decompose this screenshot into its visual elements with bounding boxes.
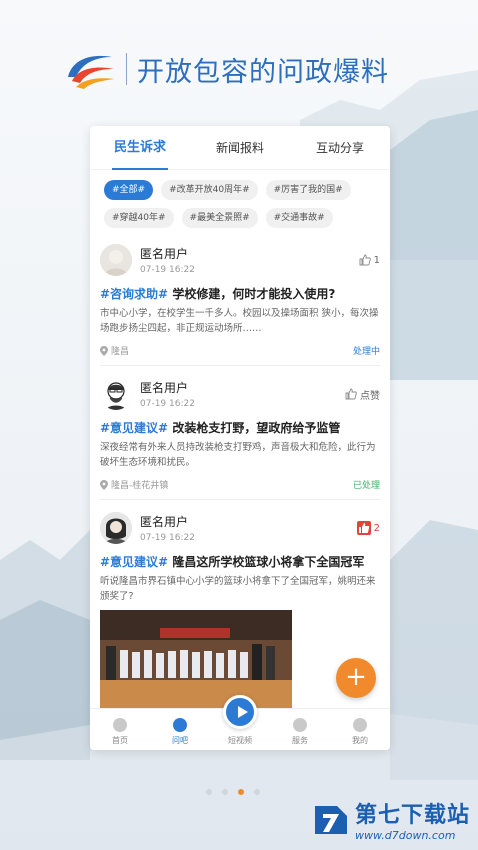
watermark-title: 第七下载站 xyxy=(354,803,470,828)
post-time: 07-19 16:22 xyxy=(140,399,195,409)
phone-screen: 民生诉求 新闻报料 互动分享 #全部# #改革开放40周年# #厉害了我的国# … xyxy=(90,126,390,750)
topic-tags: #全部# #改革开放40周年# #厉害了我的国# #穿越40年# #最美全景照#… xyxy=(90,170,390,232)
nav-service[interactable]: 服务 xyxy=(270,709,330,750)
page-indicator xyxy=(206,789,260,795)
post-topic[interactable]: #意见建议# xyxy=(100,421,168,435)
like-button[interactable]: 2 xyxy=(356,521,380,535)
nav-label: 短视频 xyxy=(228,736,252,745)
tab-bar: 民生诉求 新闻报料 互动分享 xyxy=(90,126,390,170)
thumbs-up-icon xyxy=(359,254,371,266)
post-title: 学校修建，何时才能投入使用? xyxy=(172,287,336,301)
nav-me[interactable]: 我的 xyxy=(330,709,390,750)
nav-short-video[interactable]: 短视频 xyxy=(210,695,270,750)
tag-chip[interactable]: #全部# xyxy=(104,180,154,200)
page-dot[interactable] xyxy=(222,789,228,795)
watermark: 第七下载站 www.d7down.com xyxy=(311,797,470,842)
thumbs-up-filled-icon xyxy=(356,521,371,535)
page-dot-active[interactable] xyxy=(238,789,244,795)
status-badge: 已处理 xyxy=(352,481,380,491)
post-time: 07-19 16:22 xyxy=(140,533,195,543)
post-title: 改装枪支打野，望政府给予监管 xyxy=(172,421,341,435)
post-time: 07-19 16:22 xyxy=(140,265,195,275)
post-location: 隆昌 xyxy=(111,347,130,357)
nav-label: 问吧 xyxy=(172,736,188,745)
watermark-url: www.d7down.com xyxy=(354,829,456,842)
page-dot[interactable] xyxy=(206,789,212,795)
thumbs-up-icon xyxy=(345,388,357,400)
app-logo-icon xyxy=(68,55,114,89)
post-item[interactable]: 匿名用户 07-19 16:22 点赞 #意见建议# 改装枪支打野，望政府给予监… xyxy=(100,366,380,500)
avatar[interactable] xyxy=(100,512,132,544)
nav-ask[interactable]: 问吧 xyxy=(150,709,210,750)
like-count: 2 xyxy=(373,522,380,534)
avatar[interactable] xyxy=(100,244,132,276)
home-icon xyxy=(113,718,127,732)
tab-interaction[interactable]: 互动分享 xyxy=(290,126,390,170)
tag-chip[interactable]: #厉害了我的国# xyxy=(265,180,351,200)
post-body: 市中心小学，在校学生一千多人。校园以及操场面积 狭小，每次操场跑步扬尘四起，非正… xyxy=(100,308,379,334)
location-pin-icon xyxy=(100,345,108,356)
add-post-button[interactable]: + xyxy=(336,658,376,698)
user-name: 匿名用户 xyxy=(140,381,189,395)
tag-chip[interactable]: #交通事故# xyxy=(265,208,333,228)
tag-chip[interactable]: #穿越40年# xyxy=(104,208,174,228)
tab-news-tips[interactable]: 新闻报料 xyxy=(190,126,290,170)
nav-home[interactable]: 首页 xyxy=(90,709,150,750)
play-icon xyxy=(223,695,257,729)
nav-label: 首页 xyxy=(112,736,128,745)
bottom-nav: 首页 问吧 短视频 服务 我的 xyxy=(90,695,390,750)
app-header: 开放包容的问政爆料 xyxy=(62,44,389,94)
like-label: 点赞 xyxy=(360,390,380,402)
tab-livelihood[interactable]: 民生诉求 xyxy=(90,126,190,170)
nav-label: 我的 xyxy=(352,736,368,745)
post-topic[interactable]: #咨询求助# xyxy=(100,287,168,301)
tag-chip[interactable]: #改革开放40周年# xyxy=(161,180,258,200)
user-name: 匿名用户 xyxy=(140,515,189,529)
header-title: 开放包容的问政爆料 xyxy=(137,56,389,88)
like-button[interactable]: 1 xyxy=(359,254,380,266)
like-count: 1 xyxy=(373,254,380,266)
location-pin-icon xyxy=(100,479,108,490)
watermark-logo-icon xyxy=(314,805,347,834)
header-divider xyxy=(126,53,127,85)
like-button[interactable]: 点赞 xyxy=(345,387,380,402)
user-name: 匿名用户 xyxy=(140,247,189,261)
avatar[interactable] xyxy=(100,378,132,410)
post-topic[interactable]: #意见建议# xyxy=(100,555,168,569)
nav-label: 服务 xyxy=(292,736,308,745)
post-photo[interactable] xyxy=(100,610,292,708)
chat-bubble-icon xyxy=(173,718,187,732)
status-badge: 处理中 xyxy=(352,347,380,357)
post-title: 隆昌这所学校篮球小将拿下全国冠军 xyxy=(172,555,365,569)
profile-icon xyxy=(353,718,367,732)
post-location: 隆昌-桂花井镇 xyxy=(111,481,169,491)
service-icon xyxy=(293,718,307,732)
post-body: 深夜经常有外来人员持改装枪支打野鸡，声音极大和危险，此行为破坏生态环境和扰民。 xyxy=(100,442,376,468)
page-dot[interactable] xyxy=(254,789,260,795)
tag-chip[interactable]: #最美全景照# xyxy=(181,208,258,228)
post-item[interactable]: 匿名用户 07-19 16:22 1 #咨询求助# 学校修建，何时才能投入使用?… xyxy=(100,232,380,366)
post-body: 听说隆昌市界石镇中心小学的篮球小将拿下了全国冠军，姚明还来颁奖了? xyxy=(100,576,376,602)
